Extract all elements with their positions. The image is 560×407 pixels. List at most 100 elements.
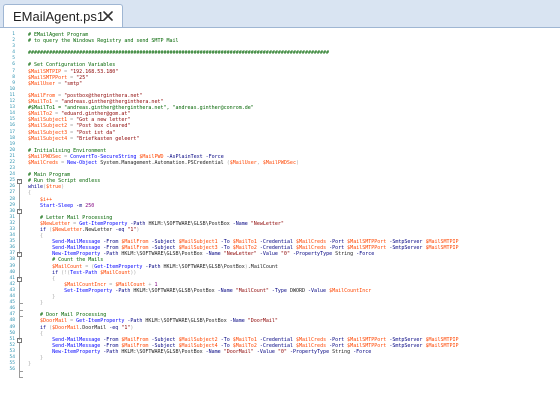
code-token: $MailTo2 — [232, 342, 257, 349]
code-token: "smtp" — [64, 80, 83, 87]
code-token: if — [40, 227, 50, 233]
code-token: = — [67, 123, 77, 130]
code-token: $MailTo1 — [232, 239, 257, 246]
code-token: -Subject — [148, 245, 179, 252]
code-token: $MailSMTPIP — [425, 336, 459, 343]
code-token: -Path — [100, 348, 122, 355]
code-token: $MailPWDSec — [28, 153, 62, 160]
code-editor[interactable]: ----- 1 # EMailAgent Program 2 # to query t… — [0, 27, 560, 407]
code-token: "postbox@therginthera.net" — [64, 92, 143, 99]
code-token: -Value — [253, 348, 278, 355]
code-token: $MailSMTPPort — [347, 245, 387, 252]
code-token: = — [67, 129, 77, 136]
code-token: "Post box cleared" — [76, 123, 131, 130]
code-token: ) — [136, 227, 140, 233]
code-token: New-ItemProperty — [52, 251, 101, 258]
code-token: 1 — [154, 281, 158, 288]
code-token: -To — [217, 245, 233, 252]
code-token: -From — [100, 245, 122, 252]
code-token: $MailSubject3 — [28, 129, 68, 136]
code-token: -Path — [127, 220, 149, 227]
code-token: = — [55, 92, 65, 99]
code-token: $MailSubject1 — [178, 239, 218, 246]
code-token: $MailCountIncr — [329, 287, 372, 294]
code-token: # to query the Windows Registry and send… — [28, 38, 179, 45]
code-token: $NewLetter — [52, 227, 83, 233]
code-token: HKLM:\SOFTWARE\GLSB\PostBox — [148, 220, 230, 227]
code-token: -Force — [350, 348, 372, 355]
code-token: $MailSMTPIP — [28, 68, 62, 75]
code-token: "Briefkasten geleert" — [76, 135, 140, 142]
code-token: -Subject — [148, 239, 179, 246]
code-token: "0" — [277, 348, 287, 355]
code-token: = — [70, 220, 80, 227]
code-token: $MailFrom — [28, 92, 56, 99]
code-token: "andreas.ginther@therginthera.net" — [61, 99, 164, 106]
code-token: $MailTo2 — [28, 111, 53, 118]
code-token: #$MailTo1 = "andreas.ginther@therginther… — [28, 105, 254, 112]
code-token: $MailSMTPPort — [347, 239, 387, 246]
code-token: -m — [73, 202, 86, 209]
code-token: -From — [100, 336, 122, 343]
code-token: $MailCount — [115, 281, 146, 288]
tab-emailagent[interactable]: EMailAgent.ps1 — [3, 4, 123, 27]
code-token: $MailSMTPIP — [425, 239, 459, 246]
code-token: "NewLetter" — [223, 251, 257, 258]
code-token: { — [28, 190, 32, 197]
code-token: -AsPlainText -Force — [163, 153, 224, 160]
code-token: HKLM:\SOFTWARE\GLSB\PostBox — [145, 318, 227, 325]
code-token: $MailCreds — [295, 245, 327, 252]
code-token: -From — [100, 342, 122, 349]
code-token: -To — [217, 342, 233, 349]
code-token: = — [67, 318, 77, 325]
code-token: -Name — [229, 220, 251, 227]
code-token: -Path — [124, 318, 146, 325]
code-token: $MailSubject4 — [178, 342, 218, 349]
code-token: -Path — [142, 263, 164, 270]
code-token: ConvertTo-SecureString — [70, 153, 140, 160]
code-token: Get-ItemProperty — [76, 318, 125, 325]
code-token: $MailUser — [28, 80, 56, 87]
code-token: { — [52, 275, 56, 282]
tab-title: EMailAgent.ps1 — [13, 8, 105, 24]
code-token: -eq — [112, 227, 128, 233]
code-token: -Credential — [256, 239, 296, 246]
code-token: -To — [217, 336, 233, 343]
code-token: String — [335, 251, 354, 258]
code-token: = — [67, 135, 77, 142]
code-token: -Name — [226, 318, 248, 325]
code-token: $MailSMTPPort — [347, 336, 387, 343]
code-token: $MailFrom — [121, 336, 149, 343]
code-token: HKLM:\SOFTWARE\GLSB\PostBox — [121, 251, 203, 258]
code-token: if — [52, 269, 62, 276]
code-token: "0" — [280, 251, 290, 258]
close-icon[interactable] — [100, 8, 116, 24]
code-token: ########################################… — [28, 50, 330, 57]
code-token: $MailCreds — [295, 336, 327, 343]
code-token: $MailTo1 — [28, 99, 53, 106]
code-token: -Path — [100, 251, 122, 258]
code-token: -PropertyType — [289, 251, 336, 258]
code-token: # EMailAgent Program — [28, 32, 89, 38]
code-token: -PropertyType — [286, 348, 333, 355]
code-token: $MailSubject2 — [28, 123, 68, 130]
tab-bar: EMailAgent.ps1 — [0, 0, 560, 27]
code-token: $MailCountIncr — [64, 281, 107, 288]
code-token: = — [106, 281, 116, 288]
code-token: $MailSMTPIP — [425, 245, 459, 252]
code-token: = — [58, 159, 68, 166]
code-token: # Door Mail Processing — [40, 312, 107, 319]
code-token: = — [61, 68, 71, 75]
code-token: $DoorMail — [40, 318, 68, 325]
